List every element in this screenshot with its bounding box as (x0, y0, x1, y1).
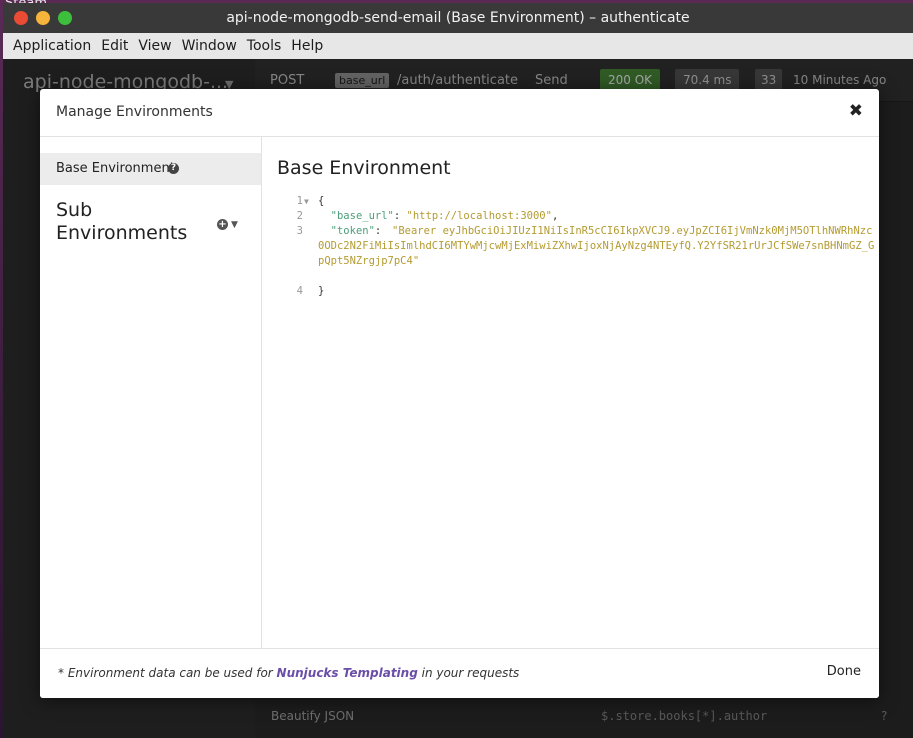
env-item-base[interactable]: Base Environment ? (40, 153, 261, 185)
menu-window[interactable]: Window (177, 33, 242, 59)
environment-title: Base Environment (277, 157, 451, 179)
code-open-brace: { (318, 195, 325, 207)
json-value-base-url: "http://localhost:3000" (406, 210, 552, 222)
close-icon[interactable]: ✖ (849, 101, 863, 121)
modal-header: Manage Environments ✖ (40, 89, 879, 137)
menu-view[interactable]: View (133, 33, 176, 59)
line-number: 4 (296, 285, 303, 297)
menu-help[interactable]: Help (286, 33, 328, 59)
menu-application[interactable]: Application (8, 33, 96, 59)
question-circle-icon[interactable]: ? (168, 163, 179, 174)
window-title: api-node-mongodb-send-email (Base Enviro… (226, 10, 690, 26)
footer-note: * Environment data can be used for Nunju… (58, 666, 520, 680)
menu-tools[interactable]: Tools (242, 33, 287, 59)
sub-environments-heading: Sub Environments (56, 199, 188, 244)
code-line: 4 } (277, 284, 877, 299)
json-editor[interactable]: 1 ▼ { 2 "base_url": "http://localhost:30… (277, 194, 877, 299)
menu-edit[interactable]: Edit (96, 33, 133, 59)
line-number: 3 (296, 225, 303, 237)
maximize-window-button[interactable] (58, 11, 72, 25)
code-line: 1 ▼ { (277, 194, 877, 209)
add-sub-environment-button[interactable]: + ▼ (217, 217, 238, 232)
title-bar: api-node-mongodb-send-email (Base Enviro… (3, 3, 913, 33)
code-line: 3 "token": "Bearer eyJhbGciOiJIUzI1NiIsI… (277, 224, 877, 284)
manage-environments-modal: Manage Environments ✖ Base Environment ?… (40, 89, 879, 698)
modal-title: Manage Environments (56, 104, 213, 120)
minimize-window-button[interactable] (36, 11, 50, 25)
modal-footer: * Environment data can be used for Nunju… (40, 648, 879, 698)
json-key-base-url: "base_url" (330, 210, 394, 222)
json-value-token: "Bearer eyJhbGciOiJIUzI1NiIsInR5cCI6IkpX… (318, 225, 875, 267)
menu-bar: Application Edit View Window Tools Help (3, 33, 913, 59)
environment-editor: Base Environment 1 ▼ { 2 "base_url": "ht… (262, 137, 879, 648)
line-number: 2 (296, 210, 303, 222)
done-button[interactable]: Done (827, 664, 861, 679)
line-number: 1 (296, 195, 303, 207)
code-line: 2 "base_url": "http://localhost:3000", (277, 209, 877, 224)
caret-down-icon: ▼ (231, 219, 238, 230)
code-close-brace: } (318, 285, 325, 297)
env-item-label: Base Environment (56, 161, 175, 176)
nunjucks-templating-link[interactable]: Nunjucks Templating (277, 666, 418, 680)
close-window-button[interactable] (14, 11, 28, 25)
fold-arrow-icon[interactable]: ▼ (304, 194, 309, 209)
environment-list: Base Environment ? Sub Environments + ▼ (40, 137, 262, 648)
plus-circle-icon: + (217, 219, 228, 230)
